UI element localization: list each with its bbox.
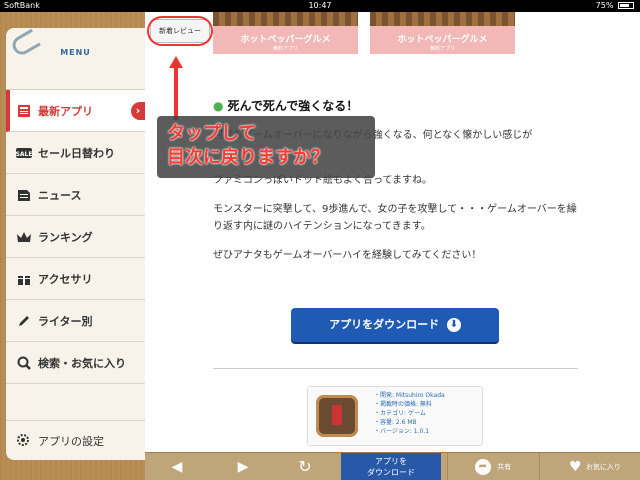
- battery-percent: 75%: [595, 1, 614, 10]
- share-label: 共有: [497, 463, 512, 471]
- app-icon: [316, 395, 358, 437]
- annotation-callout: タップして 目次に戻りますか？: [157, 116, 375, 178]
- menu-header: ⊂ MENU: [6, 28, 145, 90]
- download-button-label: アプリをダウンロード: [329, 318, 440, 331]
- app-info-developer: ・開発: Mitsuhiro Okada: [374, 392, 445, 399]
- share-button[interactable]: ➦ 共有: [463, 453, 523, 480]
- bottom-toolbar: ◀ ▶ ↻ アプリを ダウンロード ➦ 共有 ♥ お気に入り: [145, 452, 640, 480]
- status-bar: SoftBank 10:47 75%: [0, 0, 640, 12]
- sidebar-item-writers[interactable]: ライター別: [6, 300, 145, 342]
- sidebar-item-sale[interactable]: SALE セール日替わり: [6, 132, 145, 174]
- reload-icon[interactable]: ↻: [293, 453, 317, 480]
- callout-line-2: 目次に戻りますか？: [167, 147, 329, 168]
- article-content: ホットペッパーグルメ 無料アプリ ホットペッパーグルメ 無料アプリ 新着レビュー…: [145, 12, 640, 452]
- related-app-thumbnail[interactable]: ホットペッパーグルメ 無料アプリ: [213, 12, 358, 54]
- sidebar-item-label: ランキング: [38, 230, 93, 244]
- crown-icon: [16, 229, 32, 245]
- sidebar-item-label: 検索・お気に入り: [38, 356, 126, 370]
- toolbar-separator: [447, 453, 448, 480]
- article-paragraph: モンスターに突撃して、9歩進んで、女の子を攻撃して・・・ゲームオーバーを繰り返す…: [213, 204, 577, 232]
- thumbnail-sublabel: 無料アプリ: [429, 46, 455, 52]
- sidebar-item-label: 最新アプリ: [38, 104, 93, 118]
- clock: 10:47: [308, 1, 332, 10]
- thumbnail-label: ホットペッパーグルメ: [397, 35, 488, 45]
- toolbar-download-line-2: ダウンロード: [367, 468, 415, 477]
- thumbnail-label: ホットペッパーグルメ: [240, 35, 331, 45]
- sidebar-item-settings[interactable]: アプリの設定: [6, 420, 145, 460]
- toolbar-download-line-1: アプリを: [375, 457, 407, 466]
- sidebar-item-label: ライター別: [38, 314, 93, 328]
- news-icon: [16, 187, 32, 203]
- thumbnail-sublabel: 無料アプリ: [272, 46, 298, 52]
- app-info-price: ・掲載時の価格: 無料: [374, 401, 432, 408]
- pixel-art-image: [370, 12, 515, 26]
- settings-label: アプリの設定: [38, 434, 104, 448]
- app-info-category: ・カテゴリ: ゲーム: [374, 410, 426, 417]
- gear-icon: [16, 433, 32, 449]
- gift-icon: [16, 271, 32, 287]
- app-info-version: ・バージョン: 1.0.1: [374, 428, 430, 435]
- sidebar-menu: ⊂ MENU 最新アプリ › SALE セール日替わり ニュース ランキング ア…: [6, 28, 145, 460]
- app-info-card[interactable]: ・開発: Mitsuhiro Okada ・掲載時の価格: 無料 ・カテゴリ: …: [307, 386, 483, 446]
- pixel-art-image: [213, 12, 358, 26]
- heart-icon: ♥: [569, 459, 582, 475]
- annotation-arrow: [174, 62, 178, 120]
- sidebar-item-label: アクセサリ: [38, 272, 93, 286]
- favorite-label: お気に入り: [585, 463, 621, 471]
- sidebar-item-label: ニュース: [38, 188, 82, 202]
- back-arrow-icon[interactable]: ◀: [167, 453, 187, 480]
- newspaper-icon: [16, 103, 32, 119]
- app-info-size: ・容量: 2.6 MB: [374, 419, 417, 426]
- divider: [213, 368, 578, 369]
- toolbar-separator: [539, 453, 540, 480]
- sidebar: ⊂ MENU 最新アプリ › SALE セール日替わり ニュース ランキング ア…: [0, 12, 145, 480]
- related-app-thumbnail[interactable]: ホットペッパーグルメ 無料アプリ: [370, 12, 515, 54]
- svg-text:SALE: SALE: [16, 151, 32, 158]
- download-arrow-icon: ⬇: [446, 318, 461, 332]
- highlight-circle: [147, 16, 213, 46]
- pencil-icon: [16, 313, 32, 329]
- sidebar-item-news[interactable]: ニュース: [6, 174, 145, 216]
- article-paragraph: ぜひアナタもゲームオーバーハイを経験してみてください！: [213, 250, 482, 261]
- sidebar-item-ranking[interactable]: ランキング: [6, 216, 145, 258]
- battery-indicator: 75%: [596, 0, 634, 12]
- sidebar-item-accessories[interactable]: アクセサリ: [6, 258, 145, 300]
- sale-tag-icon: SALE: [16, 145, 32, 161]
- battery-icon: [618, 2, 634, 9]
- sidebar-item-label: セール日替わり: [38, 146, 115, 160]
- callout-line-1: タップして: [167, 123, 257, 144]
- toolbar-download-button[interactable]: アプリを ダウンロード: [341, 453, 441, 480]
- sidebar-item-search-favorites[interactable]: 検索・お気に入り: [6, 342, 145, 384]
- app-info-list: ・開発: Mitsuhiro Okada ・掲載時の価格: 無料 ・カテゴリ: …: [374, 391, 445, 436]
- sidebar-item-latest-apps[interactable]: 最新アプリ ›: [6, 90, 145, 132]
- download-app-button[interactable]: アプリをダウンロード ⬇: [291, 308, 499, 342]
- search-icon: [16, 355, 32, 371]
- share-icon: ➦: [474, 459, 491, 475]
- menu-title: MENU: [60, 48, 91, 57]
- article-heading: ● 死んで死んで強くなる！: [213, 99, 359, 113]
- favorite-button[interactable]: ♥ お気に入り: [555, 453, 635, 480]
- apple-icon: ●: [213, 99, 224, 113]
- forward-arrow-icon[interactable]: ▶: [233, 453, 253, 480]
- chevron-right-icon: ›: [131, 102, 145, 120]
